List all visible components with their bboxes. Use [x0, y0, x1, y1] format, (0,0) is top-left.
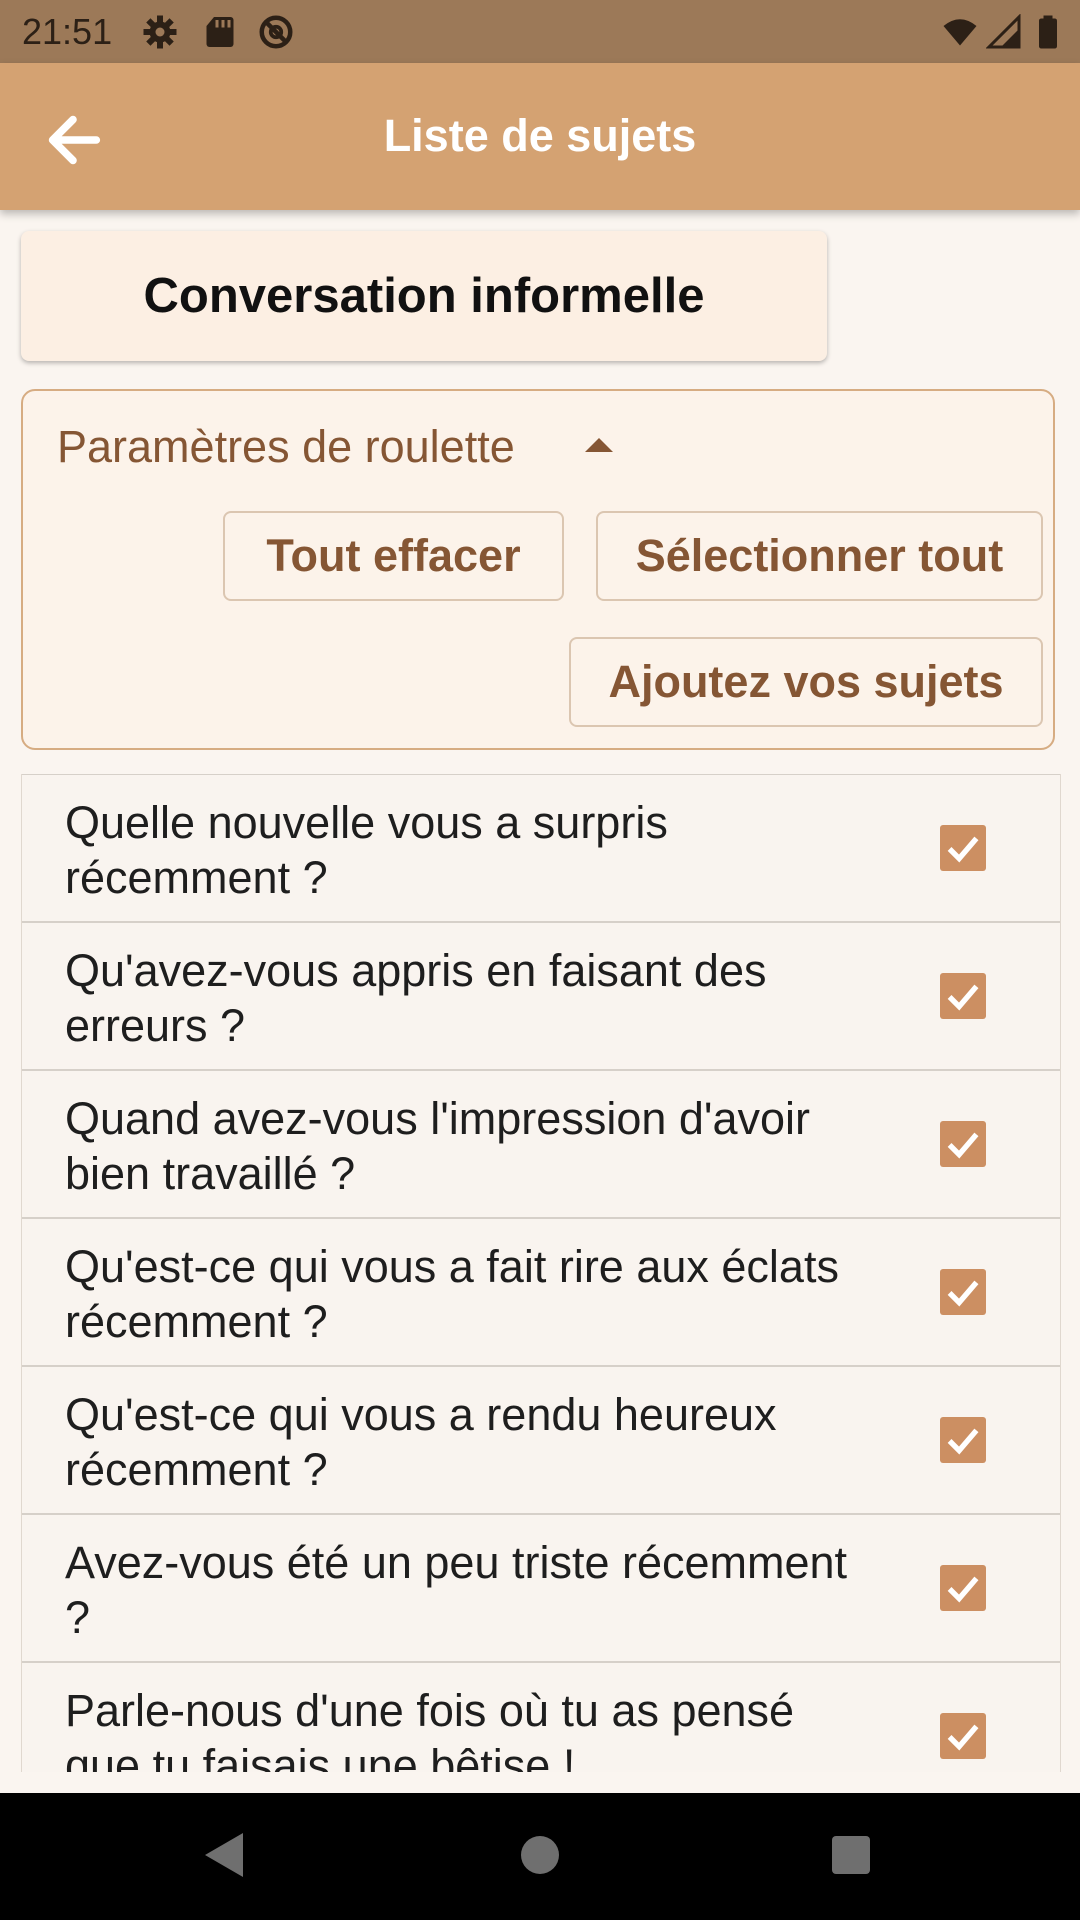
topic-text: Parle-nous d'une fois où tu as pensé que… [65, 1685, 795, 1772]
system-nav-bar [0, 1793, 1080, 1920]
topic-text: Qu'est-ce qui vous a fait rire aux éclat… [65, 1241, 839, 1347]
topic-text: Qu'avez-vous appris en faisant des erreu… [65, 945, 767, 1051]
recents-square-icon[interactable] [831, 1835, 871, 1875]
roulette-settings-panel: Paramètres de roulette Tout effacer Séle… [21, 389, 1055, 750]
list-item[interactable]: Qu'est-ce qui vous a rendu heureux récem… [22, 1366, 1060, 1514]
category-title-card: Conversation informelle [21, 231, 827, 361]
sd-card-icon [206, 17, 234, 47]
checkbox-checked-icon[interactable] [940, 1121, 986, 1167]
caret-up-icon[interactable] [585, 438, 613, 452]
checkbox-checked-icon[interactable] [940, 1565, 986, 1611]
back-triangle-icon[interactable] [203, 1831, 245, 1879]
category-title: Conversation informelle [143, 269, 705, 323]
checkbox-checked-icon[interactable] [940, 1417, 986, 1463]
checkbox-checked-icon[interactable] [940, 973, 986, 1019]
wifi-icon [943, 19, 977, 46]
list-item[interactable]: Parle-nous d'une fois où tu as pensé que… [22, 1662, 1060, 1772]
home-circle-icon[interactable] [520, 1835, 560, 1875]
topic-list: Quelle nouvelle vous a surpris récemment… [21, 774, 1061, 1772]
status-time: 21:51 [22, 11, 113, 52]
status-bar: 21:51 [0, 0, 1080, 63]
list-item[interactable]: Qu'avez-vous appris en faisant des erreu… [22, 922, 1060, 1070]
app-bar: Liste de sujets [0, 63, 1080, 210]
page-title: Liste de sujets [383, 110, 697, 161]
checkbox-checked-icon[interactable] [940, 1269, 986, 1315]
topic-text: Avez-vous été un peu triste récemment ? [65, 1537, 848, 1643]
settings-header[interactable]: Paramètres de roulette [57, 421, 515, 473]
checkbox-checked-icon[interactable] [940, 1713, 986, 1759]
gear-icon [143, 15, 177, 49]
topic-text: Quand avez-vous l'impression d'avoir bie… [65, 1093, 811, 1199]
add-topics-button[interactable]: Ajoutez vos sujets [569, 637, 1043, 727]
list-item[interactable]: Qu'est-ce qui vous a fait rire aux éclat… [22, 1218, 1060, 1366]
topic-text: Quelle nouvelle vous a surpris récemment… [65, 797, 668, 903]
clear-all-button[interactable]: Tout effacer [223, 511, 564, 601]
select-all-button[interactable]: Sélectionner tout [596, 511, 1043, 601]
cell-signal-icon [986, 14, 1021, 49]
at-sign-icon [259, 15, 293, 49]
battery-icon [1039, 15, 1057, 49]
checkbox-checked-icon[interactable] [940, 825, 986, 871]
list-item[interactable]: Avez-vous été un peu triste récemment ? [22, 1514, 1060, 1662]
list-item[interactable]: Quand avez-vous l'impression d'avoir bie… [22, 1070, 1060, 1218]
list-item[interactable]: Quelle nouvelle vous a surpris récemment… [22, 774, 1060, 922]
topic-text: Qu'est-ce qui vous a rendu heureux récem… [65, 1389, 777, 1495]
